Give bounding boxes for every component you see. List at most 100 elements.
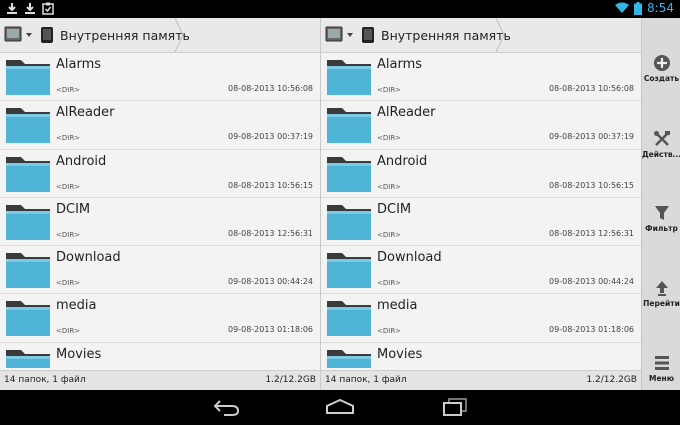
file-name: media	[56, 298, 97, 314]
path-bar: Внутренняя память	[0, 18, 320, 53]
breadcrumb-label: Внутренняя память	[381, 27, 511, 43]
list-item[interactable]: Download <DIR> 09-08-2013 00:44:24	[0, 246, 320, 295]
file-type: <DIR>	[56, 327, 81, 336]
recent-apps-icon[interactable]	[442, 397, 468, 417]
create-label: Создать	[643, 74, 680, 83]
wifi-icon	[615, 2, 630, 13]
filter-icon	[654, 206, 669, 220]
folder-icon	[6, 349, 50, 368]
list-item[interactable]: media <DIR> 09-08-2013 01:18:06	[0, 294, 320, 343]
file-name: Alarms	[56, 57, 102, 72]
list-item[interactable]: AlReader <DIR> 09-08-2013 00:37:19	[321, 101, 641, 150]
folder-icon	[327, 301, 371, 337]
list-item[interactable]: Alarms <DIR> 08-08-2013 10:56:08	[0, 53, 320, 102]
right-pane[interactable]: Внутренняя память Alarms <DIR> 08-08-201…	[321, 18, 641, 390]
path-bar: Внутренняя память	[321, 18, 641, 53]
create-button[interactable]: Создать	[642, 54, 680, 83]
file-date: 09-08-2013 00:44:24	[228, 277, 313, 287]
home-icon[interactable]	[325, 397, 355, 417]
file-date: 08-08-2013 10:56:08	[228, 84, 313, 93]
file-date: 08-08-2013 10:56:08	[549, 84, 634, 93]
filter-label: Фильтр	[645, 224, 678, 233]
list-item[interactable]: Movies	[0, 343, 320, 368]
folder-icon	[327, 156, 371, 192]
file-date: 08-08-2013 10:56:15	[228, 180, 313, 190]
file-type: <DIR>	[56, 279, 81, 288]
file-name: AlReader	[56, 105, 115, 121]
file-name: Download	[377, 250, 442, 266]
folder-icon	[6, 60, 50, 95]
breadcrumb-label: Внутренняя память	[60, 27, 190, 43]
file-name: Movies	[377, 346, 423, 362]
goto-label: Перейти	[643, 299, 680, 308]
file-type: <DIR>	[56, 230, 81, 239]
list-item[interactable]: Android <DIR> 08-08-2013 10:56:15	[321, 150, 641, 198]
file-date: 09-08-2013 00:44:24	[549, 277, 634, 287]
list-item[interactable]: Movies	[321, 343, 641, 368]
menu-label: Меню	[648, 374, 675, 383]
battery-icon	[634, 1, 643, 15]
folder-icon	[327, 204, 371, 240]
left-pane[interactable]: Внутренняя память Alarms <DIR> 08-08-201…	[0, 18, 321, 390]
clock: 8:54	[647, 1, 674, 15]
breadcrumb-separator	[175, 18, 184, 52]
list-item[interactable]: Alarms <DIR> 08-08-2013 10:56:08	[321, 53, 641, 102]
menu-icon	[654, 356, 669, 370]
storage-selector[interactable]	[324, 25, 358, 45]
item-count: 14 папок, 1 файл	[4, 375, 86, 385]
back-icon[interactable]	[212, 397, 240, 417]
storage-selector[interactable]	[3, 25, 37, 45]
tablet-icon	[41, 27, 53, 43]
file-type: <DIR>	[56, 182, 81, 191]
list-item[interactable]: Download <DIR> 09-08-2013 00:44:24	[321, 246, 641, 295]
file-name: Movies	[56, 346, 102, 362]
breadcrumb[interactable]: Внутренняя память	[40, 18, 190, 52]
goto-button[interactable]: Перейти	[642, 279, 680, 308]
list-item[interactable]: Android <DIR> 08-08-2013 10:56:15	[0, 150, 320, 198]
breadcrumb-separator	[496, 18, 505, 52]
file-date: 08-08-2013 10:56:15	[549, 180, 634, 190]
file-name: media	[377, 298, 418, 314]
actions-button[interactable]: Действ...	[642, 130, 680, 159]
status-footer: 14 папок, 1 файл 1.2/12.2GB	[0, 370, 320, 390]
folder-icon	[6, 108, 50, 144]
folder-icon	[327, 253, 371, 289]
folder-icon	[6, 204, 50, 240]
folder-icon	[327, 349, 371, 368]
action-toolbar: Создать Действ... Фильтр Перейти Меню	[641, 18, 680, 390]
breadcrumb[interactable]: Внутренняя память	[361, 18, 511, 52]
download-icon	[25, 3, 35, 14]
status-footer: 14 папок, 1 файл 1.2/12.2GB	[321, 370, 641, 390]
filter-button[interactable]: Фильтр	[642, 204, 680, 233]
file-name: Android	[56, 153, 107, 169]
arrow-up-icon	[655, 281, 668, 296]
tools-icon	[653, 131, 670, 146]
list-item[interactable]: media <DIR> 09-08-2013 01:18:06	[321, 294, 641, 343]
list-item[interactable]: DCIM <DIR> 08-08-2013 12:56:31	[0, 198, 320, 247]
file-name: Download	[56, 250, 121, 266]
clipboard-check-icon	[42, 2, 54, 15]
file-list: Alarms <DIR> 08-08-2013 10:56:08 AlReade…	[0, 53, 320, 368]
file-date: 09-08-2013 01:18:06	[228, 325, 313, 335]
storage-usage: 1.2/12.2GB	[586, 375, 637, 385]
file-manager: Внутренняя память Alarms <DIR> 08-08-201…	[0, 18, 680, 390]
folder-icon	[6, 301, 50, 337]
menu-button[interactable]: Меню	[642, 354, 680, 383]
navigation-bar	[0, 390, 680, 425]
file-date: 08-08-2013 12:56:31	[228, 228, 313, 238]
list-item[interactable]: AlReader <DIR> 09-08-2013 00:37:19	[0, 101, 320, 150]
status-bar: 8:54	[0, 0, 680, 18]
file-type: <DIR>	[377, 230, 402, 239]
file-date: 08-08-2013 12:56:31	[549, 228, 634, 238]
file-type: <DIR>	[377, 279, 402, 288]
plus-circle-icon	[653, 55, 670, 71]
file-date: 09-08-2013 00:37:19	[228, 132, 313, 142]
folder-icon	[327, 108, 371, 144]
file-type: <DIR>	[56, 86, 81, 94]
file-name: DCIM	[377, 201, 412, 217]
storage-usage: 1.2/12.2GB	[265, 375, 316, 385]
list-item[interactable]: DCIM <DIR> 08-08-2013 12:56:31	[321, 198, 641, 247]
file-type: <DIR>	[377, 134, 402, 143]
file-type: <DIR>	[56, 134, 81, 143]
file-list: Alarms <DIR> 08-08-2013 10:56:08 AlReade…	[321, 53, 641, 368]
